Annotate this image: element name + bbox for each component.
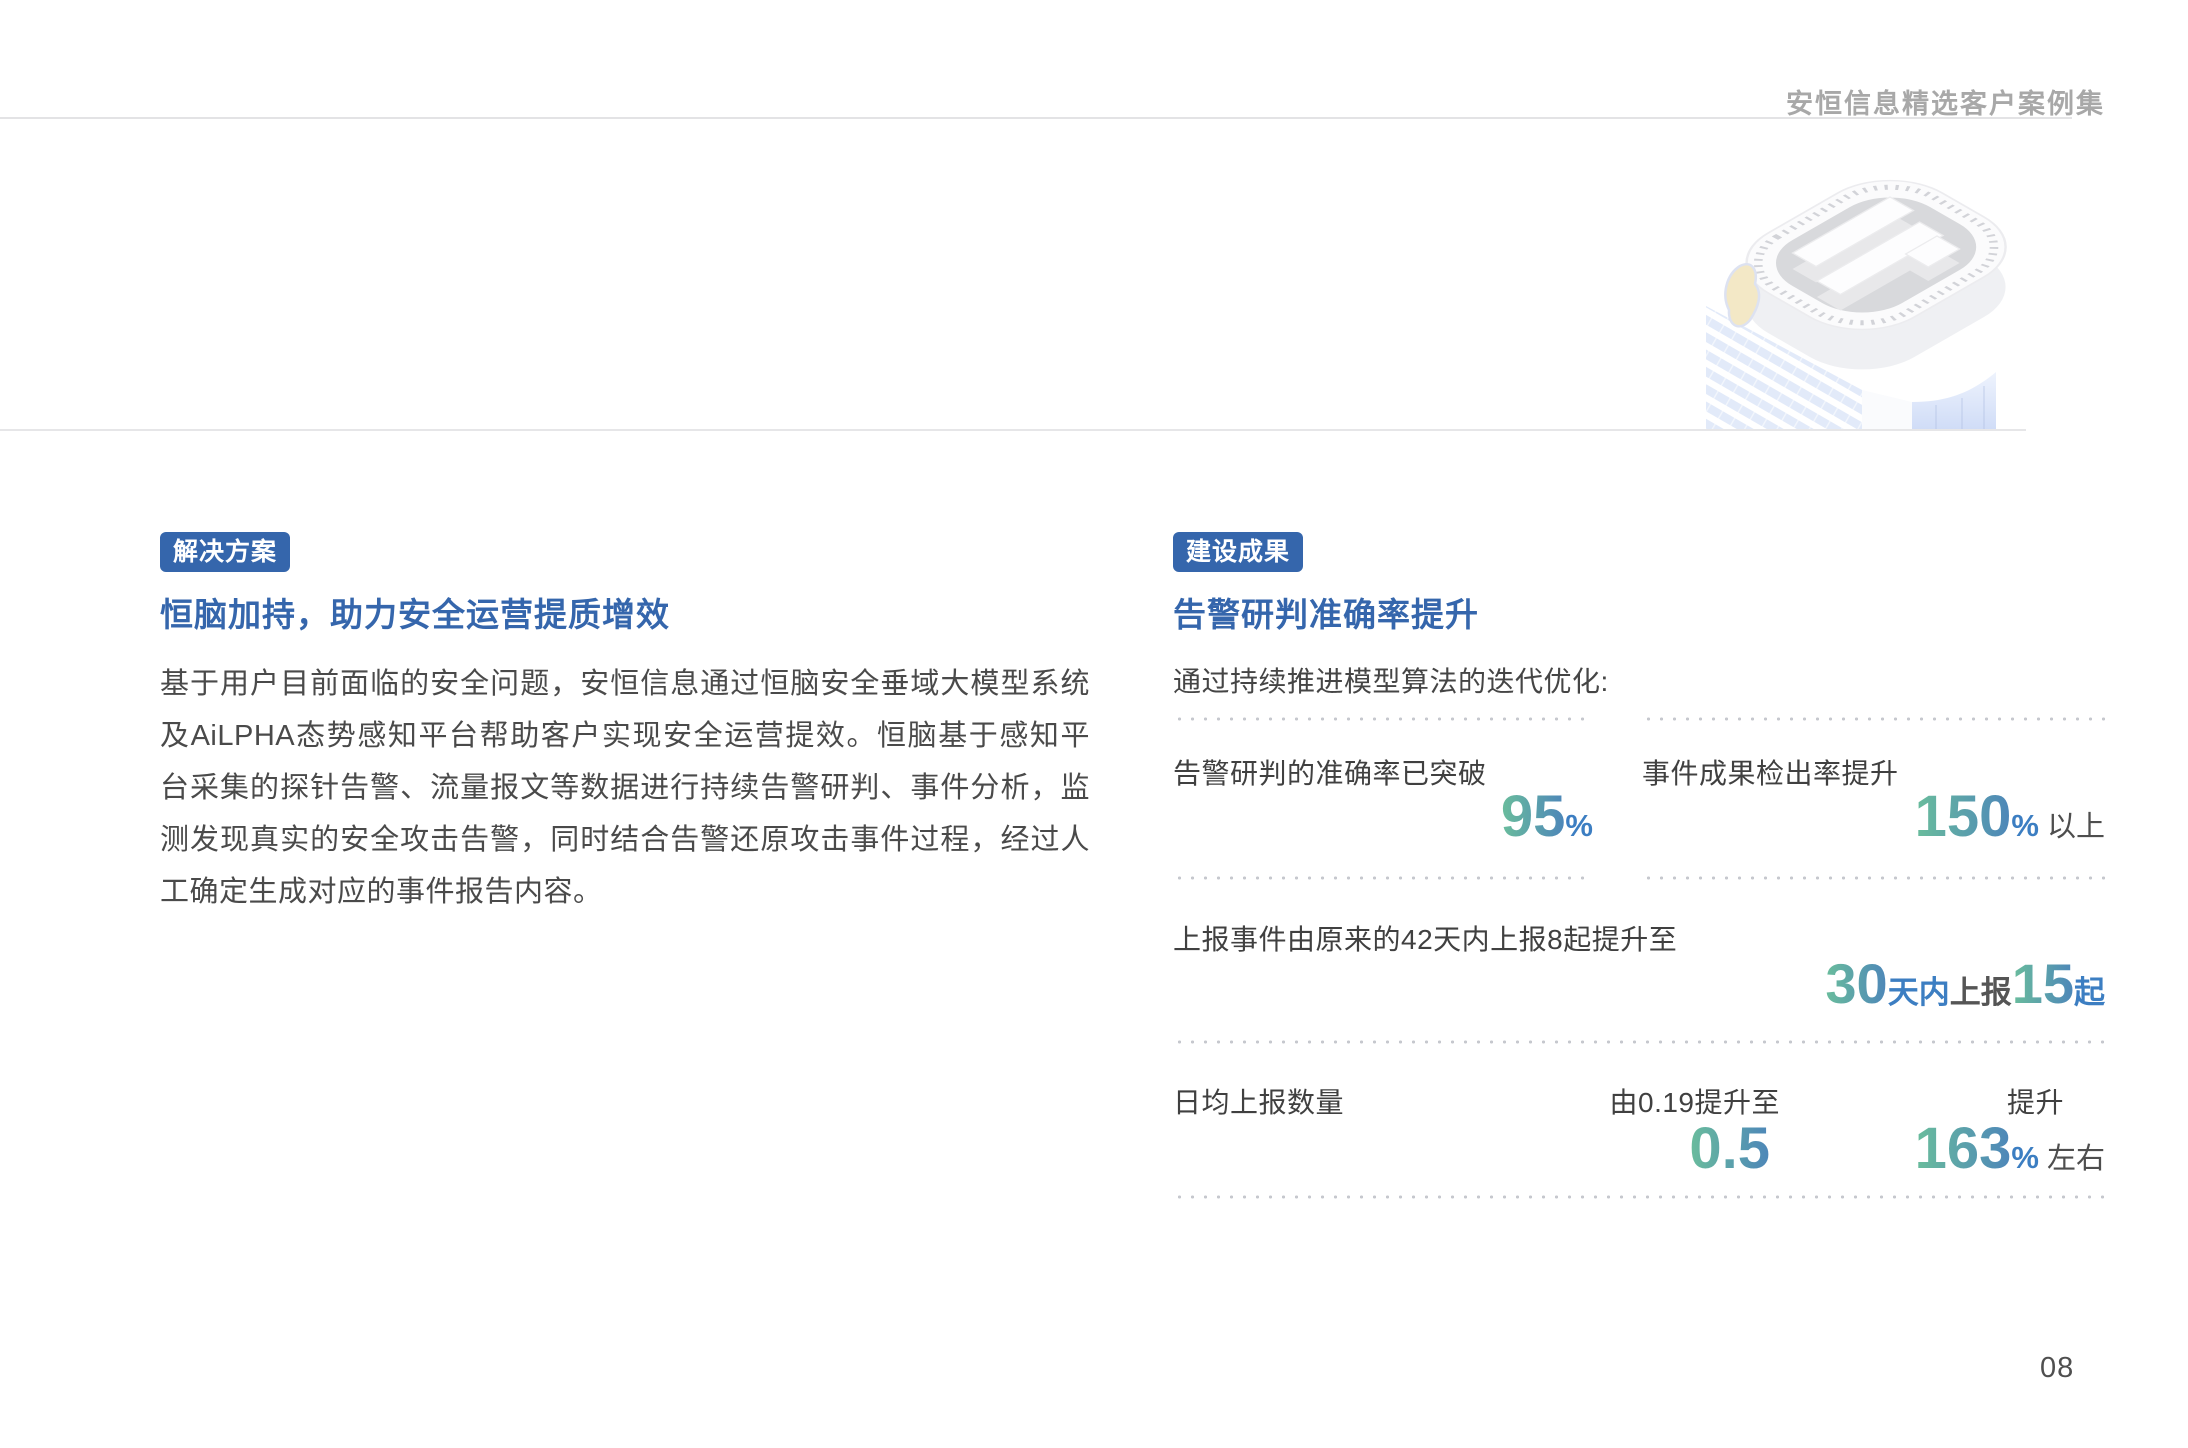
- stat2-suffix: 以上: [2047, 811, 2105, 843]
- stat1-number: 95: [1501, 784, 1566, 849]
- solution-body: 基于用户目前面临的安全问题，安恒信息通过恒脑安全垂域大模型系统及AiLPHA态势…: [160, 658, 1090, 918]
- results-heading: 告警研判准确率提升: [1173, 588, 1479, 636]
- stat4-sublabel1: 由0.19提升至: [1610, 1081, 1781, 1121]
- stat4-value1: 0.5: [1689, 1117, 1770, 1181]
- stat3-number1: 30: [1825, 952, 1887, 1015]
- stat2-unit: %: [2011, 808, 2039, 843]
- results-intro: 通过持续推进模型算法的迭代优化:: [1173, 660, 1609, 700]
- stat4-value2: 163%左右: [1915, 1117, 2105, 1181]
- stat3-number2: 15: [2012, 952, 2074, 1015]
- dotted-divider: [1173, 1195, 2105, 1199]
- building-illustration: [1700, 148, 2020, 429]
- stat4-suffix: 左右: [2047, 1143, 2105, 1175]
- stat2-value: 150%以上: [1642, 785, 2105, 849]
- stat3-value: 30天内上报15起: [1173, 952, 2105, 1016]
- stat4-label: 日均上报数量: [1173, 1081, 1344, 1121]
- stat3-unit2: 起: [2074, 975, 2105, 1010]
- dotted-divider: [1642, 717, 2105, 721]
- dotted-divider: [1173, 717, 1593, 721]
- section-divider: [0, 429, 2026, 431]
- solution-section: 解决方案 恒脑加持，助力安全运营提质增效 基于用户目前面临的安全问题，安恒信息通…: [160, 532, 1090, 572]
- solution-badge: 解决方案: [160, 532, 290, 572]
- header-title: 安恒信息精选客户案例集: [1786, 82, 2105, 121]
- results-section: 建设成果 告警研判准确率提升 通过持续推进模型算法的迭代优化: 告警研判的准确率…: [1173, 532, 2105, 572]
- document-page: 安恒信息精选客户案例集: [0, 0, 2188, 1448]
- results-badge: 建设成果: [1173, 532, 1303, 572]
- stat1-value: 95%: [1173, 785, 1593, 849]
- stat4-number2: 163: [1915, 1116, 2012, 1181]
- header-divider: [0, 117, 2072, 119]
- page-number: 08: [2040, 1352, 2074, 1385]
- stat4-number1: 0.5: [1689, 1116, 1770, 1181]
- stat3-mid: 上报: [1950, 975, 2012, 1010]
- stat2-number: 150: [1915, 784, 2012, 849]
- stat4-unit2: %: [2011, 1140, 2039, 1175]
- stat1-unit: %: [1565, 808, 1593, 843]
- stat3-unit1: 天内: [1888, 975, 1950, 1010]
- dotted-divider: [1173, 876, 1593, 880]
- dotted-divider: [1173, 1040, 2105, 1044]
- solution-heading: 恒脑加持，助力安全运营提质增效: [160, 588, 670, 636]
- stat4-sublabel2: 提升: [2007, 1081, 2064, 1121]
- dotted-divider: [1642, 876, 2105, 880]
